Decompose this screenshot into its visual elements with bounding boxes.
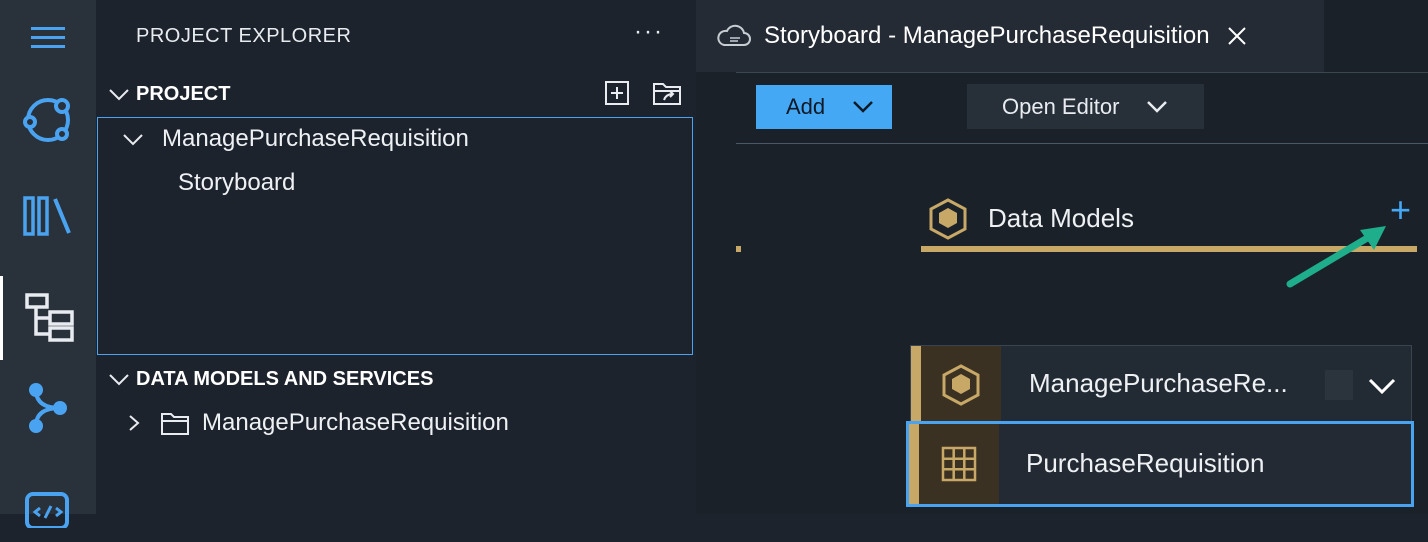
card-accent-stripe — [911, 346, 921, 424]
explorer-tree-icon[interactable] — [0, 276, 96, 360]
chevron-down-icon — [853, 101, 874, 113]
code-icon[interactable] — [0, 470, 96, 542]
data-models-section-header[interactable]: DATA MODELS AND SERVICES — [106, 364, 433, 394]
open-editor-button[interactable]: Open Editor — [967, 84, 1204, 129]
chevron-down-icon — [123, 134, 143, 146]
tab-bar: Storyboard - ManagePurchaseRequisition — [696, 0, 1428, 72]
open-editor-label: Open Editor — [1002, 93, 1120, 119]
chevron-right-icon — [129, 415, 140, 431]
tree-item-label: Storyboard — [178, 169, 296, 196]
close-icon[interactable] — [1226, 25, 1248, 47]
service-name: ManagePurchaseRe... — [1029, 368, 1288, 398]
tab-title: Storyboard - ManagePurchaseRequisition — [764, 22, 1210, 49]
connector-marker — [736, 246, 741, 252]
tree-item-label: ManagePurchaseRequisition — [202, 409, 509, 436]
data-models-label: Data Models — [988, 203, 1134, 233]
connection-icon[interactable] — [0, 84, 96, 156]
explorer-title: PROJECT EXPLORER — [136, 25, 352, 47]
more-actions-icon[interactable]: ··· — [634, 18, 664, 46]
annotation-arrow-icon — [1286, 226, 1386, 288]
chevron-down-icon[interactable] — [1367, 373, 1397, 397]
cube-icon — [942, 364, 980, 406]
project-explorer-panel: PROJECT EXPLORER ··· PROJECT ManagePurch… — [96, 0, 696, 514]
tree-item-label: ManagePurchaseRequisition — [162, 125, 469, 152]
chevron-down-icon — [1147, 100, 1168, 113]
card-icon-box — [919, 424, 999, 504]
card-accent-stripe — [909, 424, 919, 504]
folder-icon — [161, 413, 189, 435]
open-folder-icon[interactable] — [652, 80, 682, 106]
project-section-label: PROJECT — [136, 82, 231, 105]
source-control-icon[interactable] — [0, 372, 96, 444]
table-grid-icon — [941, 446, 977, 482]
entity-card[interactable]: PurchaseRequisition — [906, 421, 1414, 507]
chevron-down-icon — [109, 89, 129, 101]
tree-item-data-folder[interactable]: ManagePurchaseRequisition — [124, 408, 509, 438]
editor-area: Storyboard - ManagePurchaseRequisition A… — [696, 0, 1428, 514]
tree-item-storyboard[interactable]: Storyboard — [178, 168, 295, 198]
service-card[interactable]: ManagePurchaseRe... — [910, 345, 1412, 425]
cloud-icon — [717, 24, 751, 46]
tab-storyboard[interactable]: Storyboard - ManagePurchaseRequisition — [696, 0, 1324, 72]
card-icon-box — [921, 346, 1001, 424]
add-button-label: Add — [786, 94, 826, 119]
toolbar-divider — [736, 143, 1428, 144]
entity-name: PurchaseRequisition — [1026, 448, 1265, 478]
cube-icon — [929, 198, 967, 240]
data-models-section-label: DATA MODELS AND SERVICES — [136, 367, 434, 390]
library-icon[interactable] — [0, 180, 96, 252]
new-file-icon[interactable] — [604, 80, 630, 106]
add-data-model-button[interactable]: + — [1390, 192, 1411, 228]
project-section-header[interactable]: PROJECT — [106, 79, 230, 109]
activity-bar — [0, 0, 96, 528]
chevron-down-icon — [109, 374, 129, 386]
tree-item-project-root[interactable]: ManagePurchaseRequisition — [120, 124, 469, 154]
add-button[interactable]: Add — [756, 85, 892, 129]
divider — [736, 72, 1428, 73]
menu-icon[interactable] — [0, 2, 96, 74]
card-action-slot — [1325, 370, 1353, 400]
